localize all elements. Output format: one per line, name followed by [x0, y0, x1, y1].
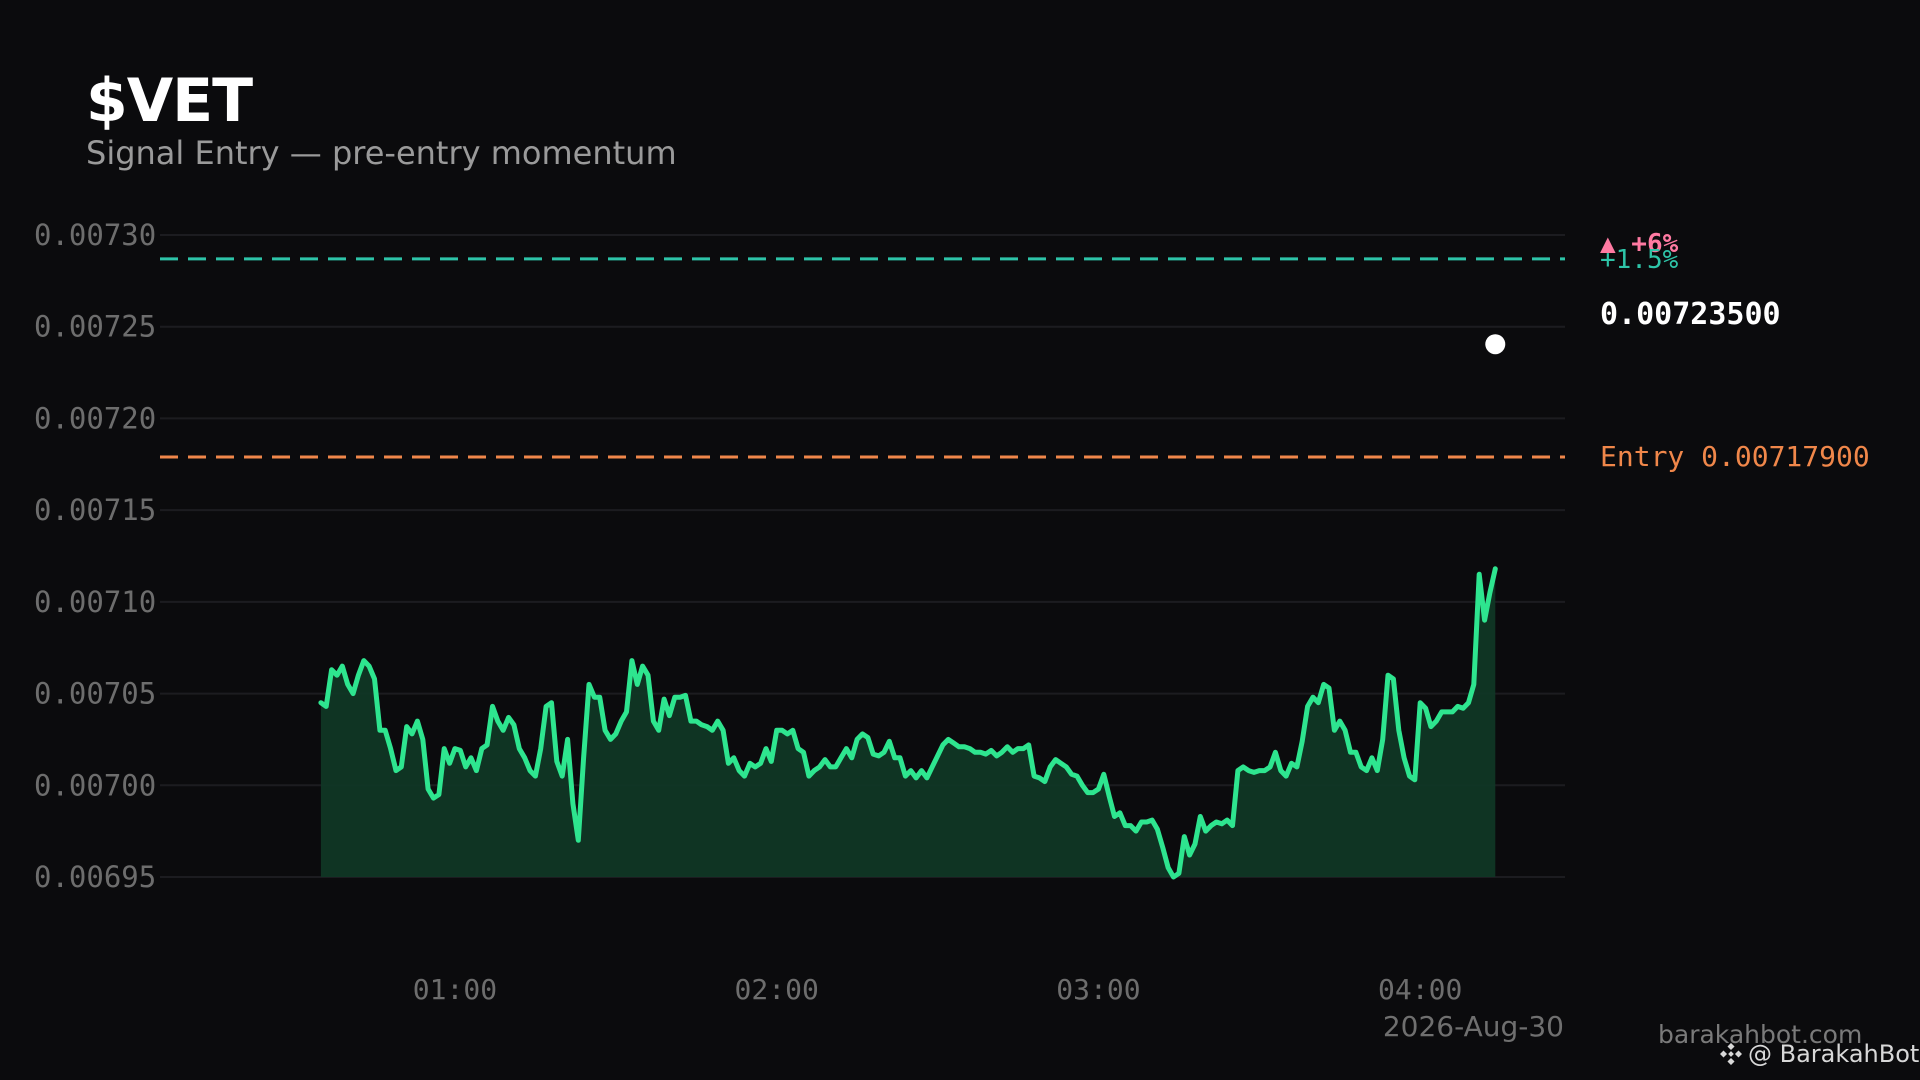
- y-tick-label: 0.00705: [34, 677, 156, 711]
- entry-level-label: Entry 0.00717900: [1600, 440, 1870, 473]
- x-tick-label: 03:00: [1056, 973, 1140, 1006]
- last-price-dot: [1485, 334, 1506, 355]
- y-axis-ticks: 0.00730 0.00725 0.00720 0.00715 0.00710 0.007…: [34, 218, 156, 894]
- x-axis-ticks: 01:00 02:00 03:00 04:00: [413, 973, 1463, 1006]
- y-tick-label: 0.00710: [34, 585, 156, 619]
- y-tick-label: 0.00720: [34, 401, 156, 435]
- x-tick-label: 02:00: [735, 973, 819, 1006]
- x-tick-label: 01:00: [413, 973, 497, 1006]
- date-label: 2026-Aug-30: [1382, 1010, 1564, 1043]
- x-tick-label: 04:00: [1378, 973, 1462, 1006]
- page-title: $VET: [86, 66, 253, 136]
- y-tick-label: 0.00730: [34, 218, 156, 252]
- y-tick-label: 0.00700: [34, 768, 156, 802]
- diamond-logo-icon: [1719, 1042, 1743, 1066]
- page-subtitle: Signal Entry — pre-entry momentum: [86, 134, 677, 172]
- y-tick-label: 0.00715: [34, 493, 156, 527]
- author-handle-text: @ BarakahBot: [1748, 1040, 1920, 1068]
- last-price-label: 0.00723500: [1600, 297, 1781, 332]
- author-handle[interactable]: @ BarakahBot: [1719, 1040, 1920, 1068]
- y-tick-label: 0.00725: [34, 310, 156, 344]
- target-level-label: +1.5%: [1600, 245, 1679, 275]
- y-tick-label: 0.00695: [34, 860, 156, 894]
